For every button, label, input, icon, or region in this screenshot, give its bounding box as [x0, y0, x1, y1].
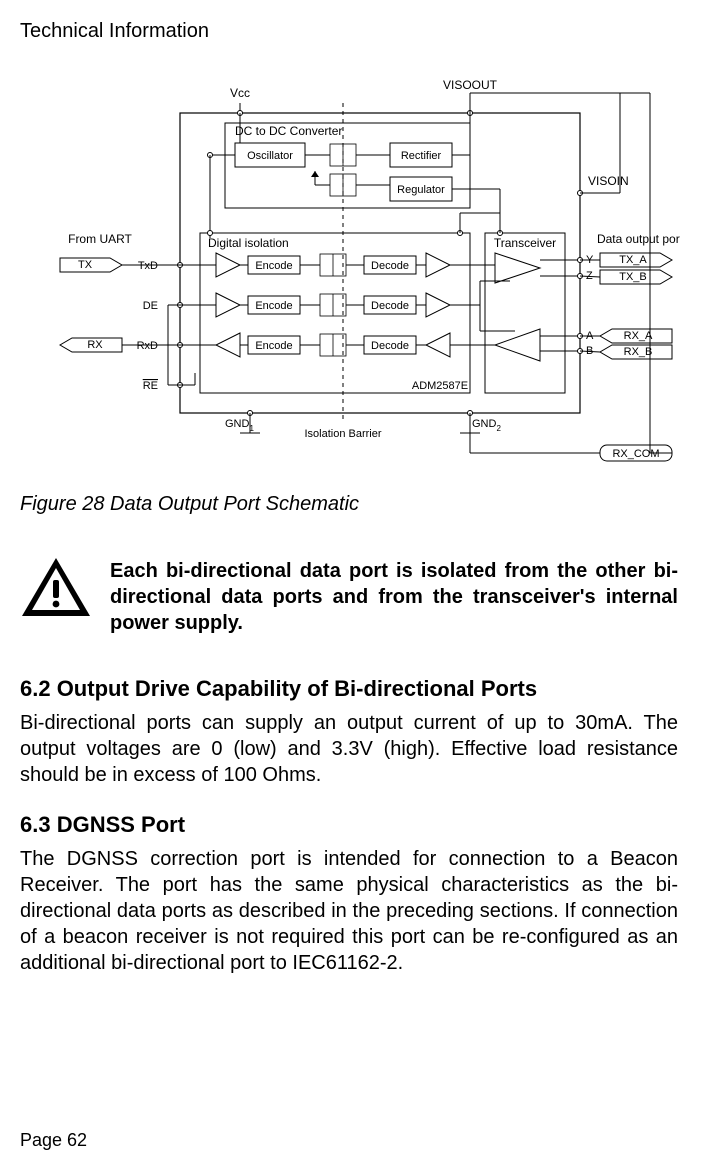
- label-encode2: Encode: [255, 300, 292, 312]
- page-number: Page 62: [20, 1130, 87, 1151]
- warning-icon: [20, 556, 92, 620]
- schematic-figure: Vcc VISOOUT VISOIN DC to DC Converter Os…: [40, 73, 680, 473]
- label-de: DE: [143, 300, 158, 312]
- label-encode3: Encode: [255, 340, 292, 352]
- label-txd: TxD: [138, 260, 158, 272]
- label-rxcom: RX_COM: [612, 448, 659, 460]
- label-rxd: RxD: [137, 340, 158, 352]
- label-encode1: Encode: [255, 260, 292, 272]
- label-rx: RX: [87, 339, 103, 351]
- label-visoout: VISOOUT: [443, 78, 498, 92]
- label-adm2587e: ADM2587E: [412, 380, 468, 392]
- label-dcdc: DC to DC Converter: [235, 124, 342, 138]
- label-digiso: Digital isolation: [208, 236, 289, 250]
- label-decode3: Decode: [371, 340, 409, 352]
- label-dataout: Data output port: [597, 232, 680, 246]
- label-fromuart: From UART: [68, 232, 132, 246]
- section-6-2-body: Bi-directional ports can supply an outpu…: [20, 710, 678, 788]
- warning-text: Each bi-directional data port is isolate…: [110, 556, 678, 636]
- warning: Each bi-directional data port is isolate…: [20, 556, 678, 636]
- label-visoin: VISOIN: [588, 174, 629, 188]
- label-vcc: Vcc: [230, 86, 250, 100]
- label-rxa: RX_A: [624, 330, 653, 342]
- section-6-3-body: The DGNSS correction port is intended fo…: [20, 846, 678, 976]
- label-regulator: Regulator: [397, 184, 445, 196]
- section-6-2-title: 6.2 Output Drive Capability of Bi-direct…: [20, 676, 678, 702]
- page-header: Technical Information: [20, 20, 678, 43]
- label-txb: TX_B: [619, 271, 647, 283]
- label-oscillator: Oscillator: [247, 150, 293, 162]
- label-re: RE: [143, 380, 158, 392]
- label-tx: TX: [78, 259, 93, 271]
- figure-caption: Figure 28 Data Output Port Schematic: [20, 493, 678, 516]
- section-6-3-title: 6.3 DGNSS Port: [20, 812, 678, 838]
- label-txa: TX_A: [619, 254, 647, 266]
- label-decode1: Decode: [371, 260, 409, 272]
- label-transceiver: Transceiver: [494, 236, 556, 250]
- label-decode2: Decode: [371, 300, 409, 312]
- label-rxb: RX_B: [624, 346, 653, 358]
- label-gnd2: GND2: [472, 418, 501, 433]
- label-rectifier: Rectifier: [401, 150, 442, 162]
- label-barrier: Isolation Barrier: [304, 428, 381, 440]
